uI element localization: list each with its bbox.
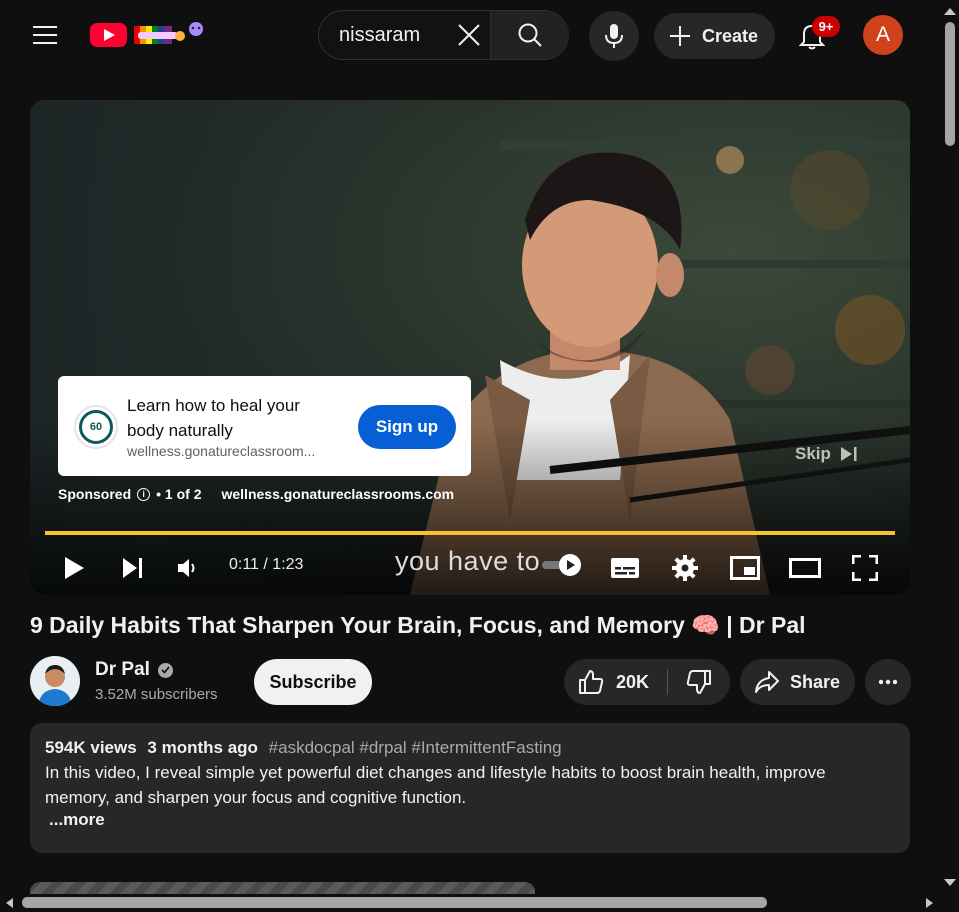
progress-bar[interactable] [45, 531, 895, 535]
volume-icon [178, 559, 195, 577]
plus-icon [670, 26, 690, 46]
share-icon [755, 671, 779, 693]
channel-name-label: Dr Pal [95, 659, 150, 680]
upload-date: 3 months ago [147, 738, 258, 757]
fullscreen-icon [852, 555, 878, 581]
progress-fill [45, 531, 895, 535]
info-icon[interactable]: i [137, 487, 151, 501]
create-label: Create [702, 25, 759, 46]
scroll-down-arrow-icon[interactable] [943, 878, 957, 888]
voice-search-button[interactable] [589, 11, 639, 61]
skip-ad-button[interactable]: Skip [795, 444, 859, 464]
caption-overlay: you have to [395, 546, 541, 576]
verified-icon [157, 662, 173, 678]
fullscreen-button[interactable] [847, 550, 883, 586]
skip-next-icon [840, 447, 857, 461]
advertiser-logo-text: 60 [79, 410, 113, 444]
masthead: Create 9+ A [0, 0, 940, 70]
notification-count-badge: 9+ [812, 16, 840, 37]
account-avatar-button[interactable]: A [863, 15, 903, 55]
like-button[interactable]: 20K [564, 659, 666, 705]
description-text: In this video, I reveal simple yet power… [45, 763, 826, 807]
share-label: Share [790, 671, 841, 692]
microphone-icon [605, 24, 623, 48]
channel-avatar[interactable] [30, 656, 80, 706]
youtube-play-icon [90, 23, 127, 47]
video-player[interactable]: 60 Learn how to heal your body naturally… [30, 100, 910, 595]
subscriber-count: 3.52M subscribers [95, 686, 218, 703]
advertiser-logo: 60 [74, 405, 118, 449]
search-box [318, 10, 569, 60]
video-title: 9 Daily Habits That Sharpen Your Brain, … [30, 612, 806, 638]
hashtags[interactable]: #askdocpal #drpal #IntermittentFasting [269, 738, 562, 757]
channel-avatar-image [30, 656, 80, 706]
search-icon [518, 23, 542, 47]
next-button[interactable] [115, 550, 151, 586]
dislike-button[interactable] [668, 659, 730, 705]
hamburger-menu-button[interactable] [24, 14, 66, 56]
close-icon [458, 24, 480, 46]
more-actions-button[interactable] [865, 659, 911, 705]
create-button[interactable]: Create [654, 13, 775, 59]
video-frame [30, 100, 910, 595]
scroll-left-arrow-icon[interactable] [4, 897, 14, 909]
thumbs-down-icon [686, 670, 711, 694]
ad-signup-button[interactable]: Sign up [358, 405, 456, 449]
clear-search-button[interactable] [455, 21, 483, 49]
thumbs-up-icon [579, 670, 604, 694]
channel-name[interactable]: Dr Pal [95, 659, 173, 681]
more-horizontal-icon [878, 679, 898, 685]
ad-title[interactable]: Learn how to heal your body naturally [127, 393, 337, 443]
sponsor-site-link[interactable]: wellness.gonatureclassrooms.com [221, 486, 454, 502]
pride-doodle-icon [134, 22, 203, 44]
theater-icon [789, 558, 821, 578]
mute-button[interactable] [170, 550, 206, 586]
youtube-logo[interactable] [90, 20, 210, 50]
description-box[interactable]: 594K views 3 months ago #askdocpal #drpa… [30, 723, 910, 853]
like-dislike-group: 20K [564, 659, 730, 705]
share-button[interactable]: Share [740, 659, 855, 705]
ad-overlay-card[interactable]: 60 Learn how to heal your body naturally… [58, 376, 471, 476]
hamburger-icon [33, 26, 57, 44]
skip-label: Skip [795, 444, 831, 463]
show-more-link[interactable]: ...more [49, 810, 895, 830]
time-display: 0:11 / 1:23 [229, 556, 304, 573]
subtitles-icon [611, 558, 639, 578]
sponsored-label: Sponsored [58, 486, 132, 502]
play-icon [65, 557, 84, 579]
description-meta: 594K views 3 months ago #askdocpal #drpa… [45, 738, 895, 758]
player-controls: 0:11 / 1:23 you have to [30, 540, 910, 595]
miniplayer-button[interactable] [727, 550, 763, 586]
vertical-scroll-thumb[interactable] [945, 22, 955, 146]
autoplay-toggle[interactable] [542, 553, 584, 577]
subscribe-button[interactable]: Subscribe [254, 659, 372, 705]
gear-icon [672, 555, 698, 581]
ad-url[interactable]: wellness.gonatureclassroom... [127, 443, 337, 459]
ad-counter: • 1 of 2 [156, 486, 202, 502]
autoplay-icon [542, 554, 581, 576]
theater-mode-button[interactable] [787, 550, 823, 586]
miniplayer-icon [730, 556, 760, 580]
search-button[interactable] [490, 11, 569, 59]
like-count: 20K [616, 671, 650, 692]
scroll-up-arrow-icon[interactable] [943, 6, 957, 16]
horizontal-scroll-thumb[interactable] [22, 897, 767, 908]
settings-button[interactable] [667, 550, 703, 586]
next-track-icon [123, 558, 142, 578]
scroll-right-arrow-icon[interactable] [925, 897, 935, 909]
view-count: 594K views [45, 738, 137, 757]
sponsored-bar: Sponsored i • 1 of 2 wellness.gonaturecl… [58, 486, 454, 502]
play-button[interactable] [56, 550, 92, 586]
subtitles-button[interactable] [607, 550, 643, 586]
